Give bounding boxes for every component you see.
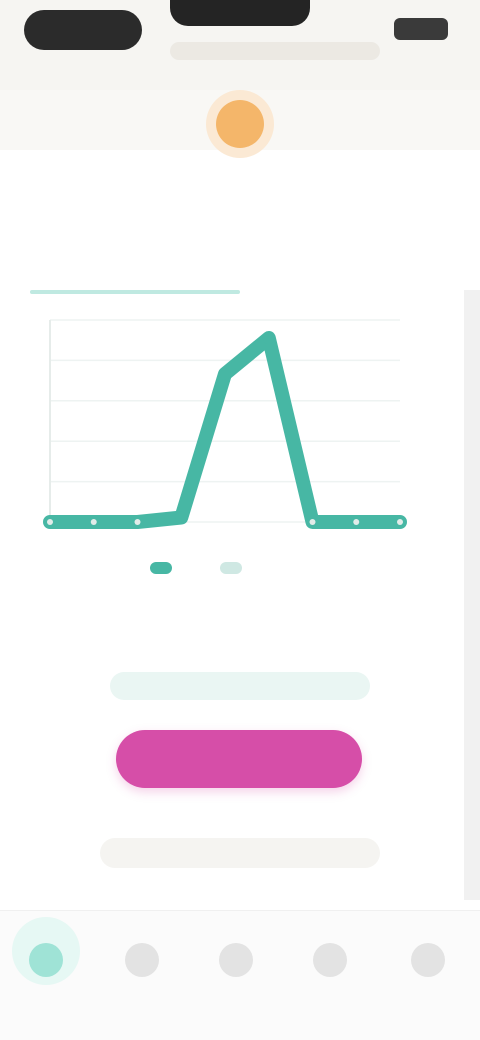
chart-container bbox=[30, 300, 430, 550]
chart-point bbox=[309, 519, 316, 525]
summary-subtext bbox=[110, 672, 370, 700]
profile-icon bbox=[313, 943, 347, 977]
more-icon bbox=[411, 943, 445, 977]
chart-legend bbox=[150, 562, 250, 574]
sun-logo bbox=[216, 100, 264, 148]
home-icon bbox=[29, 943, 63, 977]
footnote bbox=[100, 838, 380, 868]
primary-action-button[interactable] bbox=[116, 730, 362, 788]
legend-swatch-primary bbox=[150, 562, 172, 574]
calendar-icon bbox=[219, 943, 253, 977]
chart-icon bbox=[125, 943, 159, 977]
status-time-pill bbox=[24, 10, 142, 50]
legend-item-secondary bbox=[220, 562, 250, 574]
app-screen bbox=[0, 0, 480, 1040]
legend-swatch-secondary bbox=[220, 562, 242, 574]
nav-item-chart[interactable] bbox=[104, 931, 180, 1021]
chart-point bbox=[175, 511, 188, 524]
chart-point bbox=[134, 519, 141, 525]
nav-item-home[interactable] bbox=[8, 931, 84, 1021]
chart-series-line bbox=[43, 331, 407, 529]
nav-item-more[interactable] bbox=[390, 931, 466, 1021]
tab-active-indicator bbox=[30, 290, 240, 294]
chart-point bbox=[90, 519, 97, 525]
scrollbar[interactable] bbox=[464, 290, 480, 900]
status-battery-icon bbox=[394, 18, 448, 40]
chart-point bbox=[262, 331, 275, 344]
bottom-navigation bbox=[0, 910, 480, 1040]
chart-point bbox=[47, 519, 53, 525]
chart-point bbox=[397, 519, 403, 525]
chart-svg bbox=[43, 319, 407, 529]
nav-item-calendar[interactable] bbox=[198, 931, 274, 1021]
chart-point bbox=[219, 367, 231, 380]
nav-item-profile[interactable] bbox=[292, 931, 368, 1021]
chart-point bbox=[353, 519, 360, 525]
status-bar bbox=[0, 0, 480, 90]
camera-notch bbox=[170, 0, 310, 26]
status-sub-bar bbox=[170, 42, 380, 60]
legend-item-primary bbox=[150, 562, 180, 574]
